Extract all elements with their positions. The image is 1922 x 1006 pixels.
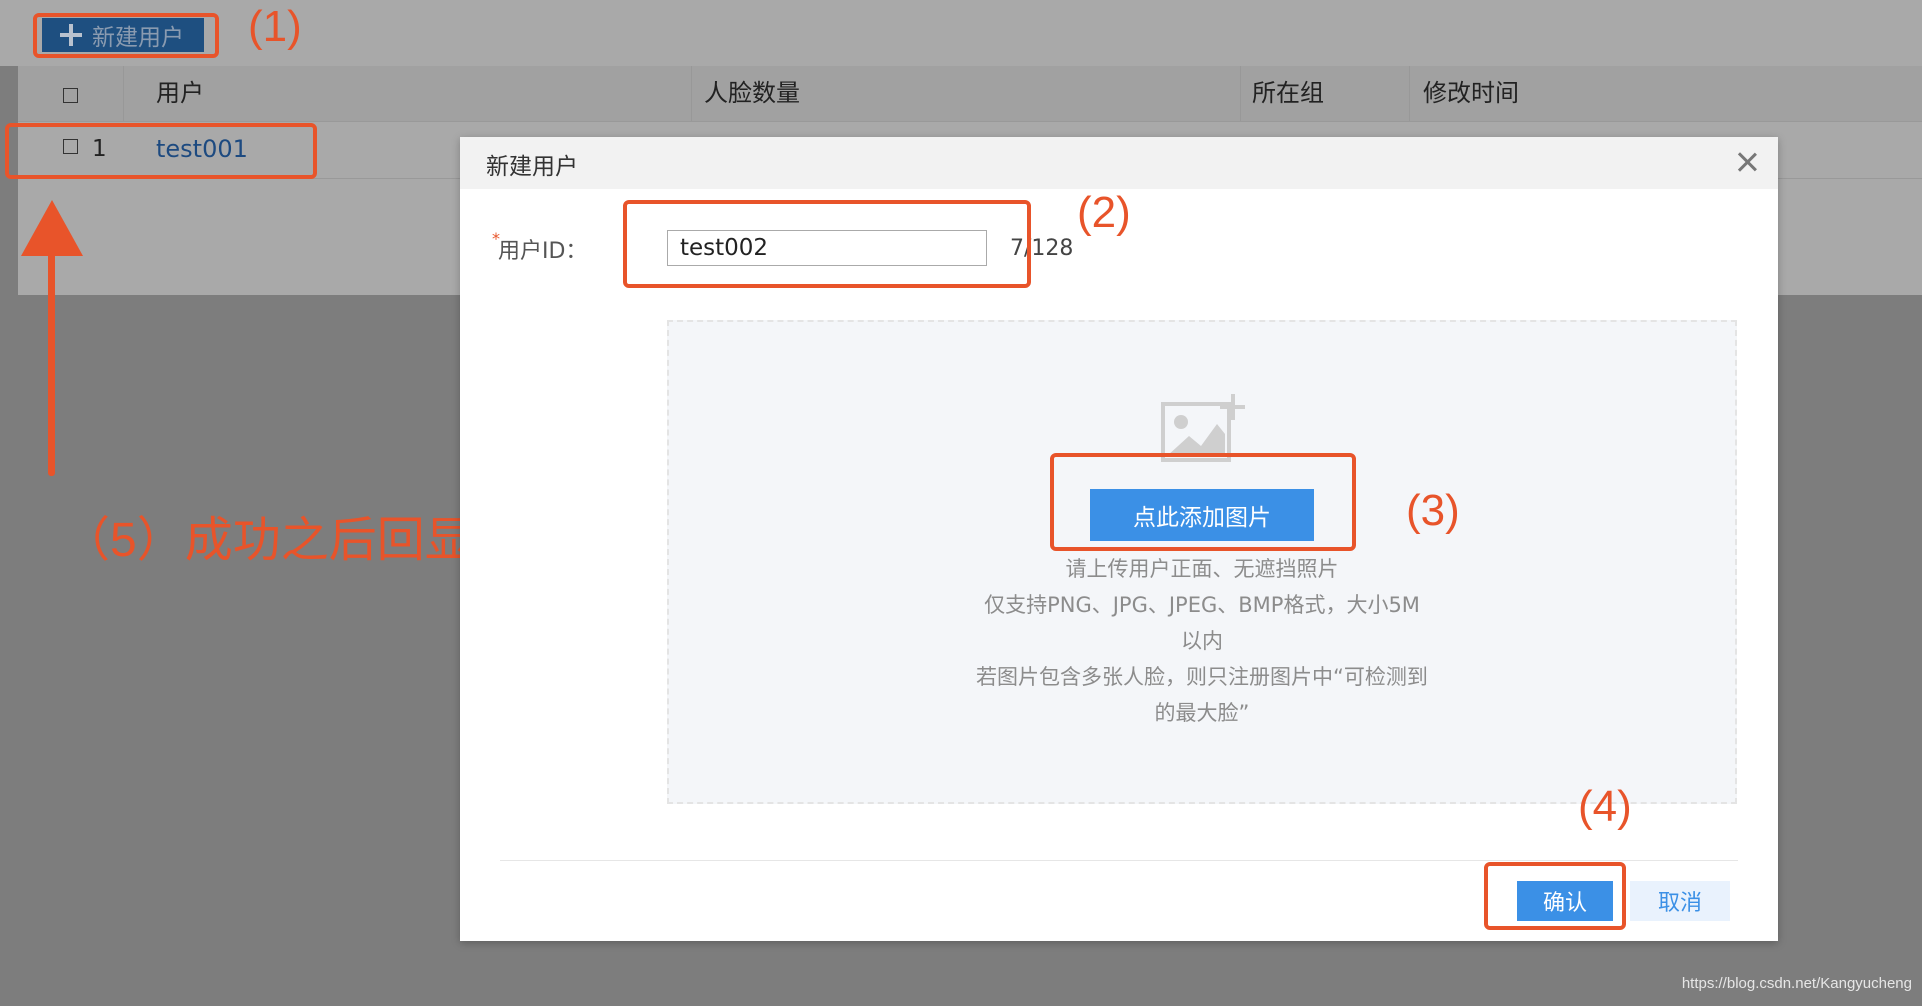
column-divider bbox=[123, 66, 124, 121]
user-id-label-text: 用户ID： bbox=[498, 239, 588, 264]
annotation-label-3: (3) bbox=[1406, 486, 1460, 535]
column-divider bbox=[1409, 66, 1410, 121]
column-header-group[interactable]: 所在组 bbox=[1252, 66, 1324, 121]
required-mark: * bbox=[492, 229, 500, 248]
dialog-title: 新建用户 bbox=[486, 154, 578, 180]
image-add-icon bbox=[1161, 394, 1245, 462]
close-icon[interactable] bbox=[1734, 149, 1760, 175]
cancel-button[interactable]: 取消 bbox=[1630, 881, 1730, 921]
column-divider bbox=[1240, 66, 1241, 121]
upload-hint-line: 若图片包含多张人脸，则只注册图片中“可检测到 bbox=[976, 665, 1428, 689]
dialog-header: 新建用户 bbox=[460, 137, 1778, 189]
column-header-user[interactable]: 用户 bbox=[156, 66, 204, 121]
user-id-label: * 用户ID： bbox=[492, 229, 588, 265]
annotation-label-4: (4) bbox=[1578, 782, 1632, 831]
column-divider bbox=[691, 66, 692, 121]
column-header-modified-time[interactable]: 修改时间 bbox=[1423, 66, 1519, 121]
annotation-box-2 bbox=[623, 200, 1031, 288]
select-all-checkbox[interactable] bbox=[63, 88, 78, 103]
annotation-label-1: (1) bbox=[248, 2, 302, 51]
upload-hint-line: 以内 bbox=[1181, 629, 1223, 653]
table-header: 用户 人脸数量 所在组 修改时间 bbox=[18, 66, 1922, 122]
upload-hint-line: 的最大脸” bbox=[1154, 701, 1250, 725]
annotation-box-3 bbox=[1050, 453, 1356, 551]
upload-hint-line: 请上传用户正面、无遮挡照片 bbox=[1065, 557, 1339, 581]
annotation-label-2: (2) bbox=[1077, 188, 1131, 237]
column-header-face-count[interactable]: 人脸数量 bbox=[704, 66, 800, 121]
watermark: https://blog.csdn.net/Kangyucheng bbox=[1681, 975, 1912, 992]
arrow-up-icon bbox=[21, 200, 83, 256]
annotation-box-1 bbox=[33, 13, 219, 58]
annotation-box-5 bbox=[5, 123, 317, 179]
upload-hint-line: 仅支持PNG、JPG、JPEG、BMP格式，大小5M bbox=[984, 593, 1420, 617]
image-upload-area[interactable]: 点此添加图片 请上传用户正面、无遮挡照片 仅支持PNG、JPG、JPEG、BMP… bbox=[667, 320, 1737, 804]
arrow-shaft bbox=[48, 252, 55, 476]
annotation-box-4 bbox=[1484, 862, 1626, 930]
dialog-footer-divider bbox=[500, 860, 1738, 861]
